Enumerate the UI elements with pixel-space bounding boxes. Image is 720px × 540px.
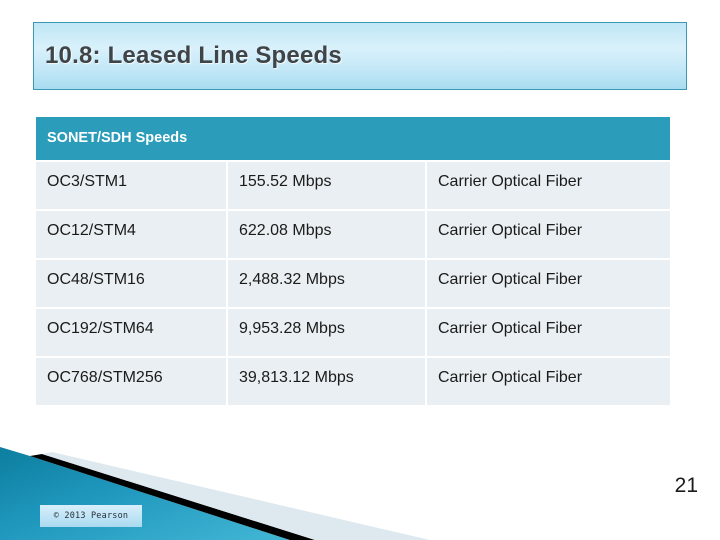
cell-standard: OC48/STM16 [36, 258, 228, 307]
table-row: OC3/STM1 155.52 Mbps Carrier Optical Fib… [36, 160, 671, 209]
cell-medium: Carrier Optical Fiber [427, 209, 671, 258]
table-header-row: SONET/SDH Speeds [36, 117, 671, 160]
table-row: OC192/STM64 9,953.28 Mbps Carrier Optica… [36, 307, 671, 356]
cell-speed: 2,488.32 Mbps [228, 258, 427, 307]
cell-standard: OC12/STM4 [36, 209, 228, 258]
table-header: SONET/SDH Speeds [36, 117, 671, 160]
cell-speed: 9,953.28 Mbps [228, 307, 427, 356]
table-caption-cell: SONET/SDH Speeds [36, 117, 671, 160]
page-number: 21 [674, 474, 698, 497]
table-row: OC12/STM4 622.08 Mbps Carrier Optical Fi… [36, 209, 671, 258]
cell-standard: OC3/STM1 [36, 160, 228, 209]
cell-standard: OC192/STM64 [36, 307, 228, 356]
table-row: OC768/STM256 39,813.12 Mbps Carrier Opti… [36, 356, 671, 405]
slide-title-banner: 10.8: Leased Line Speeds [33, 22, 687, 90]
black-stripe [30, 454, 315, 540]
cell-medium: Carrier Optical Fiber [427, 160, 671, 209]
cell-speed: 155.52 Mbps [228, 160, 427, 209]
page-title: 10.8: Leased Line Speeds [45, 42, 342, 69]
cell-medium: Carrier Optical Fiber [427, 307, 671, 356]
cell-medium: Carrier Optical Fiber [427, 356, 671, 405]
cell-medium: Carrier Optical Fiber [427, 258, 671, 307]
cell-standard: OC768/STM256 [36, 356, 228, 405]
table-row: OC48/STM16 2,488.32 Mbps Carrier Optical… [36, 258, 671, 307]
copyright-badge: © 2013 Pearson [40, 505, 142, 527]
slide-canvas: 10.8: Leased Line Speeds SONET/SDH Speed… [0, 0, 720, 540]
speeds-table-container: SONET/SDH Speeds OC3/STM1 155.52 Mbps Ca… [36, 117, 671, 405]
table-body: OC3/STM1 155.52 Mbps Carrier Optical Fib… [36, 160, 671, 405]
cell-speed: 622.08 Mbps [228, 209, 427, 258]
cell-speed: 39,813.12 Mbps [228, 356, 427, 405]
sonet-sdh-speeds-table: SONET/SDH Speeds OC3/STM1 155.52 Mbps Ca… [36, 117, 671, 405]
